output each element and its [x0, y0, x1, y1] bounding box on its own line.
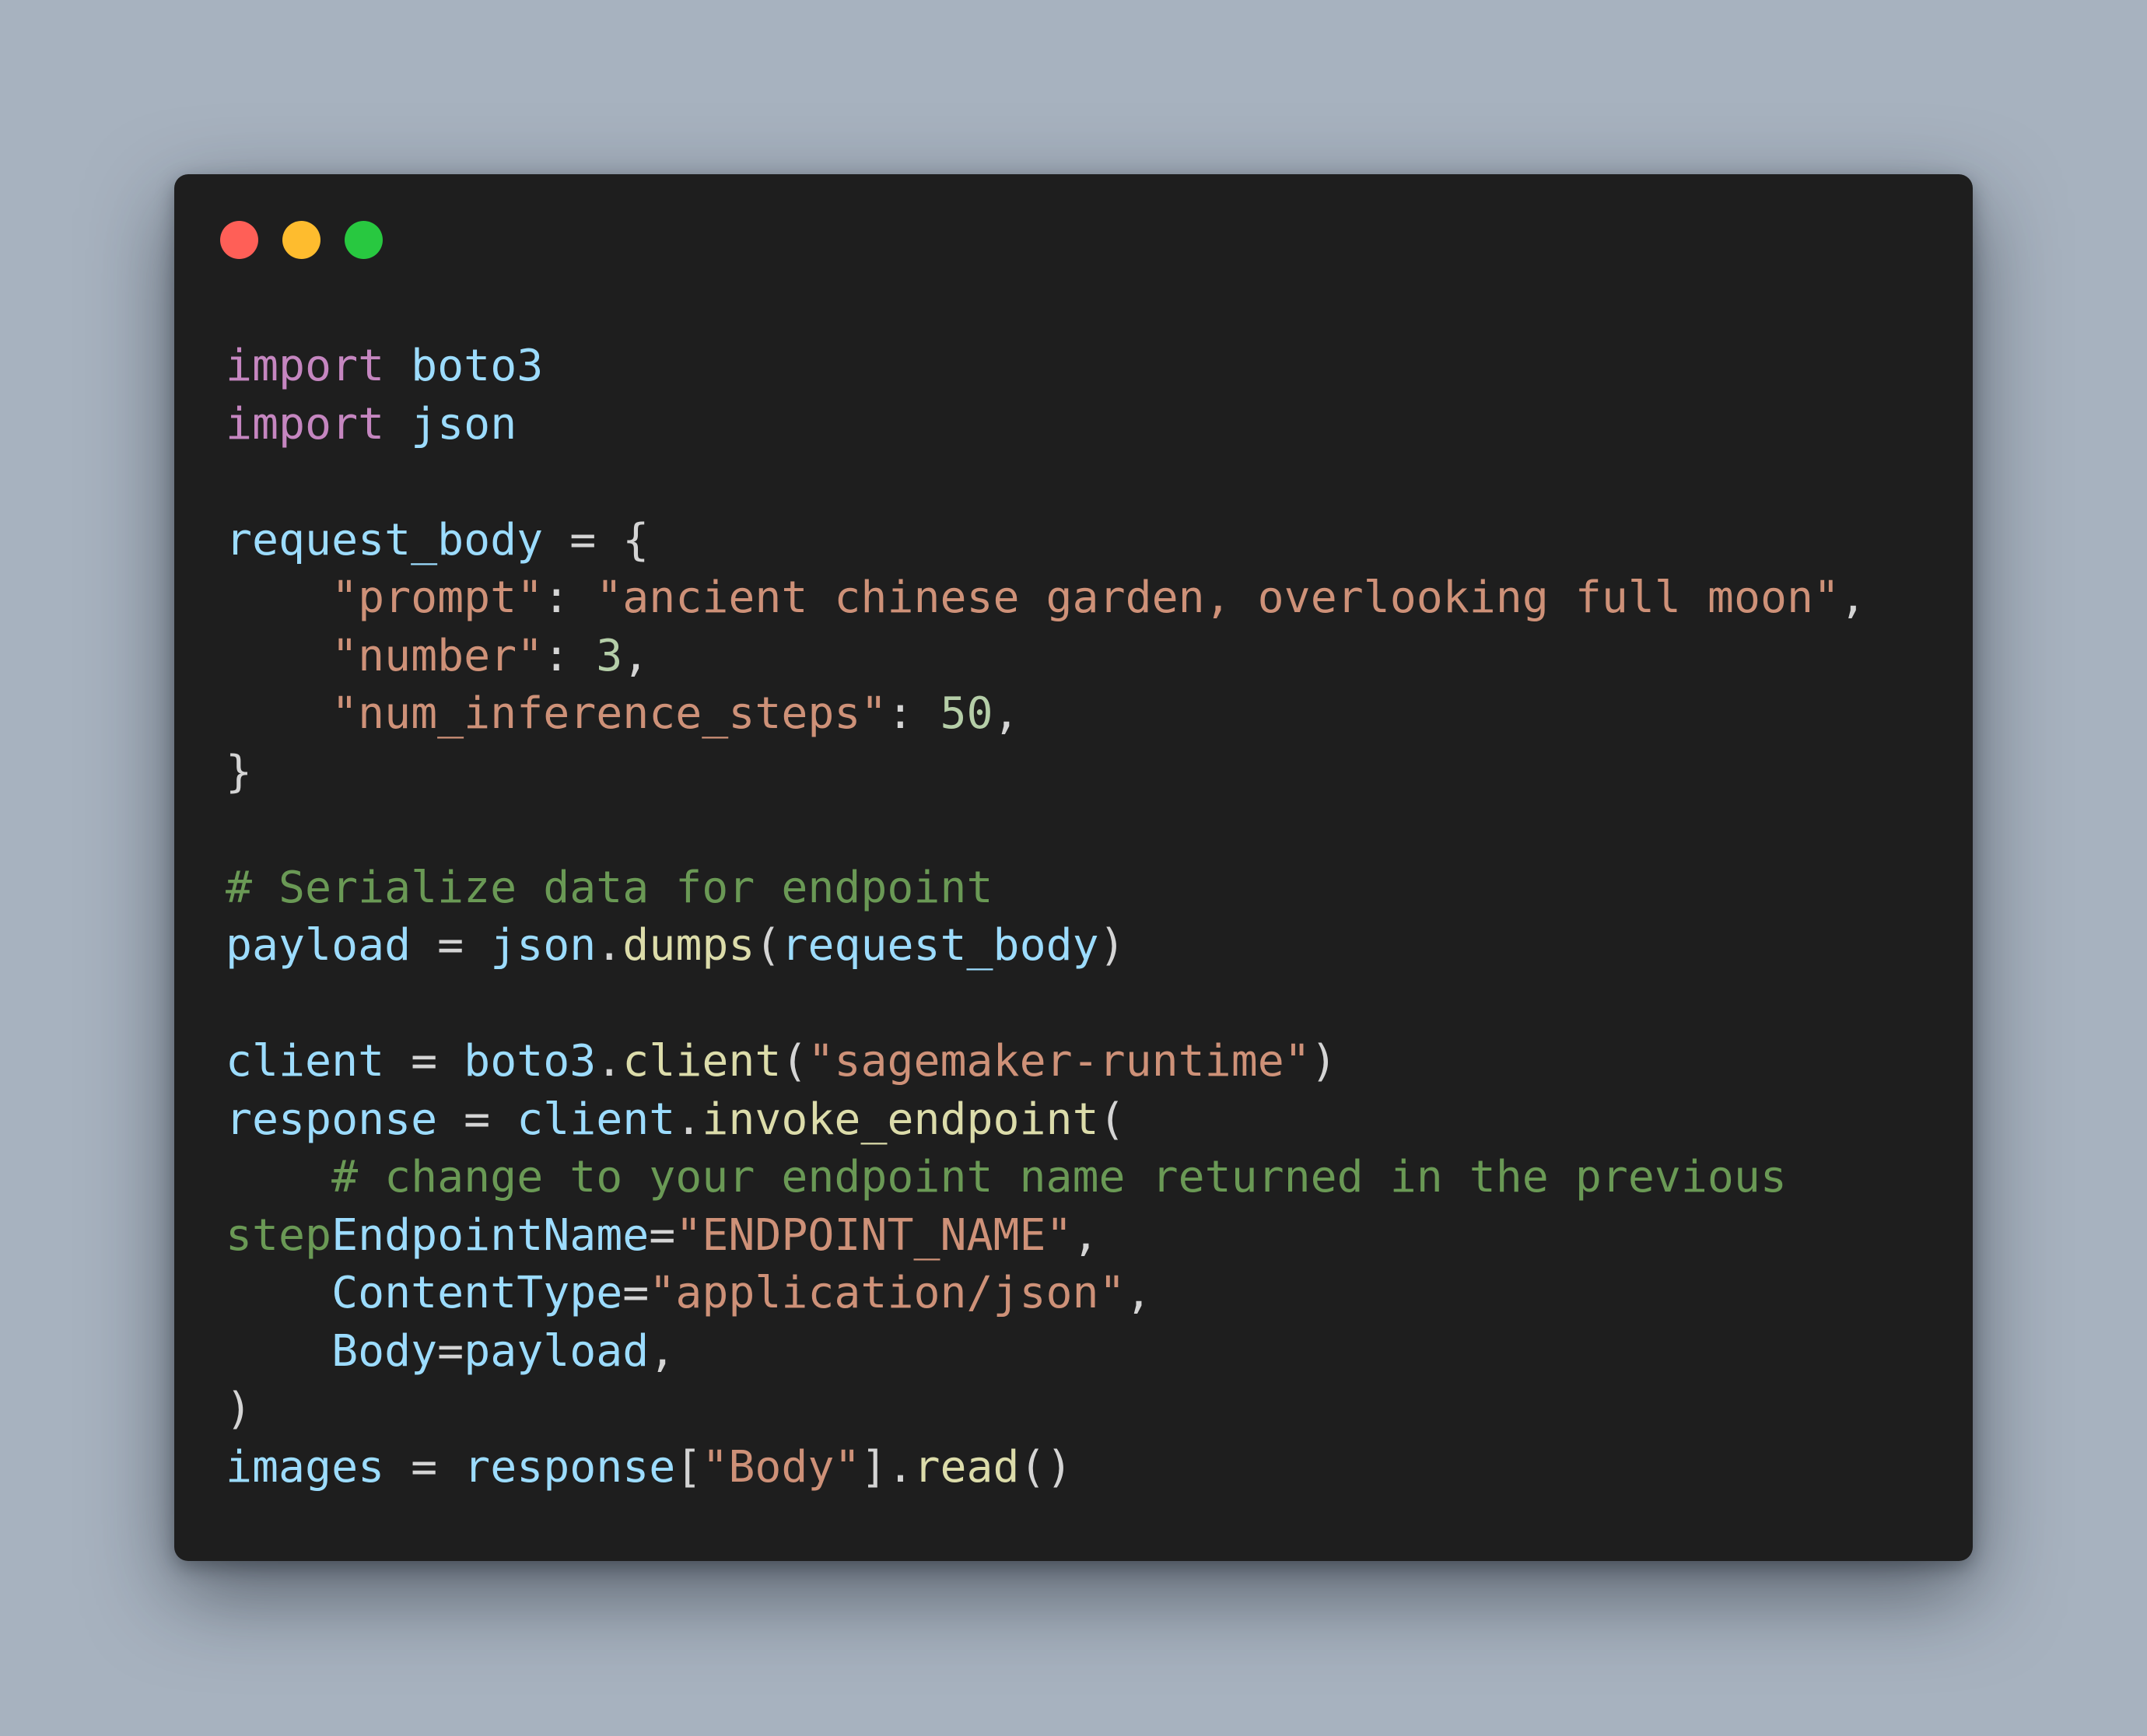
identifier-token: client [517, 1094, 676, 1145]
identifier-token: boto3 [464, 1036, 597, 1087]
code-block: import boto3 import json request_body = {… [226, 338, 1866, 1496]
function-token: client [622, 1036, 782, 1087]
punctuation-token: = [384, 1036, 464, 1087]
keyword-token: import [226, 398, 385, 450]
identifier-token: json [490, 920, 597, 971]
punctuation-token: = [622, 1268, 650, 1318]
identifier-token: payload [226, 920, 412, 971]
code-line: response = client.invoke_endpoint( [226, 1091, 1866, 1150]
punctuation-token [226, 631, 331, 681]
identifier-token: request_body [226, 514, 544, 565]
punctuation-token: : [887, 688, 940, 739]
function-token: read [913, 1441, 1020, 1493]
code-line: images = response["Body"].read() [226, 1439, 1866, 1497]
punctuation-token [226, 572, 331, 623]
punctuation-token: ( [755, 920, 782, 971]
maximize-button[interactable] [345, 221, 383, 259]
punctuation-token: ) [1098, 920, 1126, 971]
identifier-token: request_body [781, 920, 1099, 971]
punctuation-token: } [226, 746, 253, 797]
identifier-token: response [226, 1094, 438, 1145]
punctuation-token: , [1840, 572, 1867, 623]
comment-token: # change to your endpoint name returned … [331, 1152, 1787, 1202]
punctuation-token: = [437, 1325, 464, 1377]
identifier-token: boto3 [411, 341, 544, 391]
identifier-token: EndpointName [331, 1209, 650, 1261]
punctuation-token [384, 341, 411, 391]
punctuation-token [226, 688, 331, 739]
code-line: } [226, 744, 1866, 802]
identifier-token: client [226, 1036, 385, 1087]
code-window: import boto3 import json request_body = {… [174, 174, 1973, 1561]
punctuation-token: . [596, 920, 623, 971]
punctuation-token: : [543, 630, 597, 681]
punctuation-token: ]. [860, 1441, 914, 1493]
keyword-token: import [226, 341, 385, 391]
comment-token: step [226, 1209, 332, 1261]
string-token: "Body" [702, 1441, 861, 1493]
code-line: import json [226, 396, 1866, 454]
code-line: client = boto3.client("sagemaker-runtime… [226, 1033, 1866, 1091]
punctuation-token: , [1125, 1268, 1152, 1318]
function-token: invoke_endpoint [702, 1094, 1099, 1145]
punctuation-token [384, 399, 411, 450]
code-line: ) [226, 1381, 1866, 1439]
identifier-token: json [411, 398, 517, 450]
number-token: 3 [596, 630, 623, 681]
punctuation-token: = { [543, 514, 650, 565]
code-line: import boto3 [226, 338, 1866, 396]
code-line: Body=payload, [226, 1323, 1866, 1381]
punctuation-token: () [1019, 1441, 1073, 1493]
identifier-token: Body [331, 1325, 438, 1377]
punctuation-token: , [649, 1325, 676, 1377]
punctuation-token: . [596, 1036, 623, 1087]
code-line: "number": 3, [226, 628, 1866, 686]
window-controls [220, 221, 383, 259]
punctuation-token [226, 1152, 331, 1202]
string-token: "sagemaker-runtime" [807, 1036, 1311, 1087]
punctuation-token: ( [1098, 1094, 1126, 1145]
comment-token: # Serialize data for endpoint [226, 862, 993, 913]
punctuation-token: ( [781, 1036, 808, 1087]
code-line: "prompt": "ancient chinese garden, overl… [226, 569, 1866, 628]
identifier-token: payload [464, 1325, 650, 1377]
number-token: 50 [940, 688, 993, 739]
punctuation-token: , [622, 630, 650, 681]
code-line: # change to your endpoint name returned … [226, 1149, 1866, 1207]
punctuation-token: : [543, 572, 597, 623]
string-token: "num_inference_steps" [331, 688, 888, 739]
string-token: "ENDPOINT_NAME" [675, 1209, 1073, 1261]
identifier-token: ContentType [331, 1268, 623, 1318]
punctuation-token: = [411, 920, 491, 971]
function-token: dumps [622, 920, 755, 971]
close-button[interactable] [220, 221, 258, 259]
punctuation-token: = [649, 1209, 676, 1261]
punctuation-token: ) [226, 1384, 253, 1434]
punctuation-token: . [675, 1094, 702, 1145]
identifier-token: images [226, 1441, 385, 1493]
code-line: "num_inference_steps": 50, [226, 685, 1866, 744]
punctuation-token: [ [675, 1441, 702, 1493]
code-line: payload = json.dumps(request_body) [226, 917, 1866, 975]
punctuation-token: = [437, 1094, 517, 1145]
code-line: ContentType="application/json", [226, 1265, 1866, 1323]
punctuation-token: , [993, 688, 1020, 739]
string-token: "ancient chinese garden, overlooking ful… [596, 572, 1841, 623]
code-line: # Serialize data for endpoint [226, 859, 1866, 918]
string-token: "number" [331, 630, 544, 681]
code-line: request_body = { [226, 512, 1866, 570]
string-token: "application/json" [649, 1268, 1126, 1318]
punctuation-token: ) [1310, 1036, 1337, 1087]
code-line: stepEndpointName="ENDPOINT_NAME", [226, 1207, 1866, 1265]
punctuation-token: = [384, 1441, 464, 1493]
string-token: "prompt" [331, 572, 544, 623]
punctuation-token: , [1072, 1209, 1099, 1261]
punctuation-token [226, 1268, 331, 1318]
punctuation-token [226, 1326, 331, 1377]
identifier-token: response [464, 1441, 676, 1493]
minimize-button[interactable] [282, 221, 320, 259]
